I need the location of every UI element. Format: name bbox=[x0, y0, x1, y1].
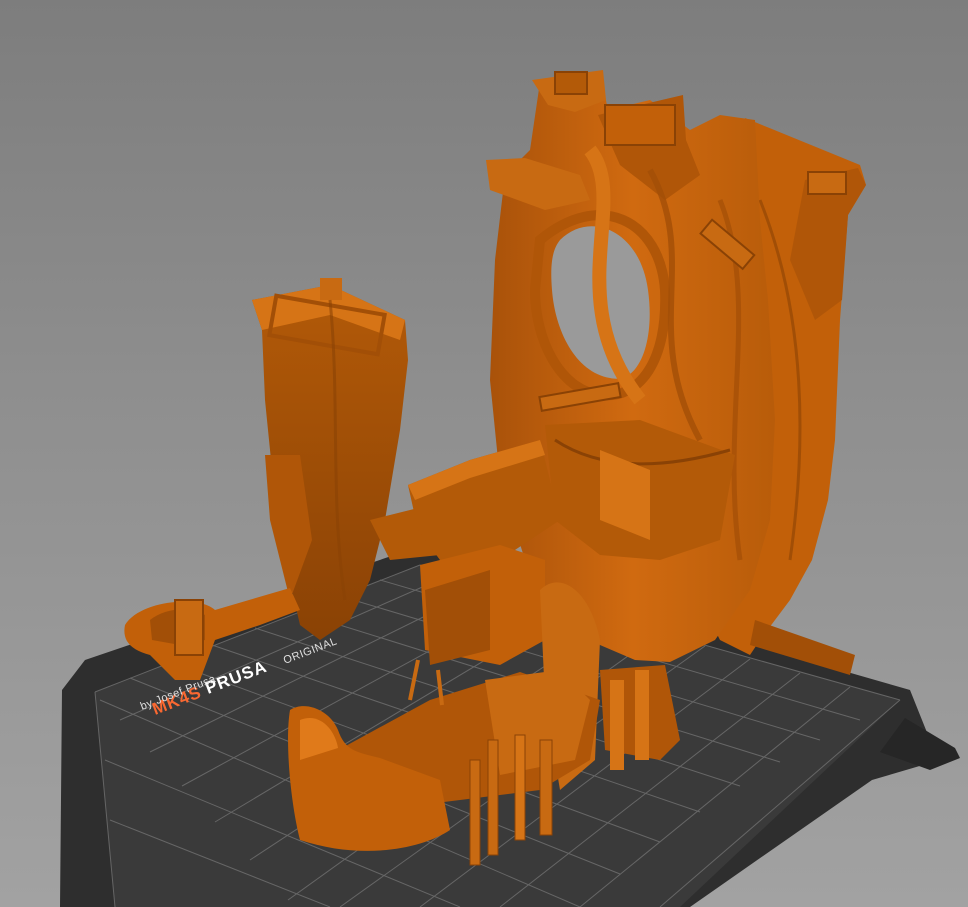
3d-viewport[interactable]: MK4S PRUSA ORIGINAL by Josef Prusa bbox=[0, 0, 968, 907]
scene-canvas[interactable]: MK4S PRUSA ORIGINAL by Josef Prusa bbox=[0, 0, 968, 907]
